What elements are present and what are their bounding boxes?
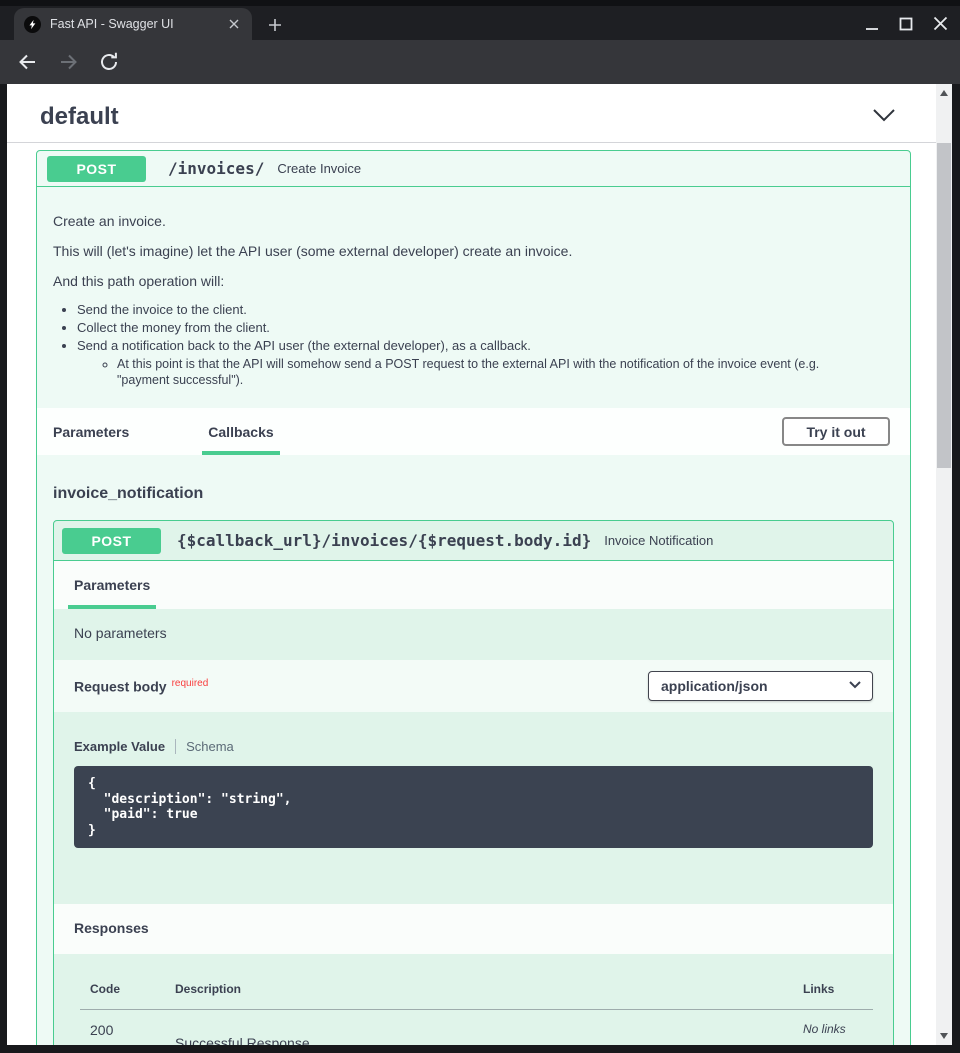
reload-icon[interactable] (97, 50, 121, 74)
list-item: Collect the money from the client. (77, 321, 860, 335)
description-paragraph: And this path operation will: (53, 271, 860, 291)
endpoint-summary: Create Invoice (277, 161, 361, 176)
chevron-down-icon (849, 681, 861, 689)
window-frame (0, 1045, 960, 1053)
code-line: "paid": true (88, 807, 859, 823)
endpoint-path: /invoices/ (168, 159, 264, 178)
tab-parameters[interactable]: Parameters (53, 424, 129, 440)
list-item: Send the invoice to the client. (77, 303, 860, 317)
required-badge: required (172, 678, 209, 689)
request-body-label: Request bodyrequired (74, 678, 208, 695)
browser-window: Fast API - Swagger UI (0, 0, 960, 1053)
code-line: "description": "string", (88, 792, 859, 808)
scrollbar-thumb[interactable] (937, 143, 951, 468)
new-tab-button[interactable] (264, 14, 286, 36)
scroll-up-icon[interactable] (936, 85, 952, 101)
tab-callbacks[interactable]: Callbacks (208, 424, 273, 440)
example-code-block[interactable]: { "description": "string", "paid": true … (74, 766, 873, 848)
http-method-badge: POST (47, 156, 146, 182)
callback-name: invoice_notification (53, 485, 894, 504)
responses-title: Responses (54, 904, 893, 954)
operation-tab-bar: Parameters Callbacks Try it out (37, 408, 910, 455)
no-parameters-text: No parameters (54, 609, 893, 660)
operation-description: Create an invoice. This will (let's imag… (37, 187, 910, 408)
response-links: No links (803, 1022, 873, 1045)
swagger-page: default POST /invoices/ Create Invoice C… (7, 84, 936, 1045)
section-title: default (40, 103, 119, 131)
responses-table: Code Description Links 200 Successful Re… (54, 954, 893, 1045)
description-paragraph: Create an invoice. (53, 211, 860, 231)
media-type-select[interactable]: application/json (648, 671, 873, 701)
opblock-header[interactable]: POST /invoices/ Create Invoice (37, 151, 910, 187)
callback-summary: Invoice Notification (604, 533, 713, 548)
window-frame (952, 84, 960, 1053)
window-minimize-button[interactable] (865, 14, 879, 37)
tab-strip: Fast API - Swagger UI (0, 0, 960, 40)
opblock-create-invoice: POST /invoices/ Create Invoice Create an… (36, 150, 911, 1045)
try-it-out-button[interactable]: Try it out (782, 417, 890, 446)
window-frame (0, 84, 7, 1053)
callbacks-section: invoice_notification POST {$callback_url… (37, 455, 910, 1045)
callback-path: {$callback_url}/invoices/{$request.body.… (177, 531, 591, 550)
window-maximize-button[interactable] (899, 14, 913, 37)
scroll-down-icon[interactable] (936, 1028, 952, 1044)
tab-parameters[interactable]: Parameters (74, 577, 150, 593)
description-list: Send the invoice to the client. Collect … (77, 303, 860, 388)
code-line: } (88, 823, 859, 839)
media-type-value: application/json (661, 678, 768, 694)
tab-title: Fast API - Swagger UI (50, 17, 226, 31)
tab-separator (175, 739, 176, 754)
column-header-links: Links (803, 982, 873, 996)
tab-close-icon[interactable] (226, 16, 242, 32)
back-icon[interactable] (15, 50, 39, 74)
request-body-row: Request bodyrequired application/json (54, 660, 893, 712)
tab-schema[interactable]: Schema (186, 739, 234, 754)
example-section: Example Value Schema { "description": "s… (54, 712, 893, 904)
column-header-description: Description (175, 982, 803, 996)
code-line: { (88, 776, 859, 792)
response-code: 200 (90, 1022, 175, 1045)
table-row: 200 Successful Response No links (80, 1010, 873, 1045)
http-method-badge: POST (62, 528, 161, 554)
list-item: Send a notification back to the API user… (77, 339, 860, 388)
browser-tab[interactable]: Fast API - Swagger UI (14, 8, 252, 40)
column-header-code: Code (90, 982, 175, 996)
tab-example-value[interactable]: Example Value (74, 739, 165, 754)
callback-opblock: POST {$callback_url}/invoices/{$request.… (53, 520, 894, 1045)
page-scrollbar[interactable] (936, 84, 952, 1045)
window-close-button[interactable] (933, 14, 948, 37)
callback-opblock-header[interactable]: POST {$callback_url}/invoices/{$request.… (54, 521, 893, 561)
browser-toolbar: 127.0.0.1:8000/docs#//invoice_notificati… (0, 40, 960, 84)
responses-table-header: Code Description Links (80, 982, 873, 1010)
sub-list-item: At this point is that the API will someh… (117, 356, 847, 388)
fastapi-favicon-icon (24, 16, 41, 33)
description-paragraph: This will (let's imagine) let the API us… (53, 241, 860, 261)
callback-tab-bar: Parameters (54, 561, 893, 609)
section-divider (7, 142, 936, 143)
section-collapse-chevron-down-icon[interactable] (872, 108, 896, 127)
forward-icon[interactable] (57, 50, 81, 74)
response-description: Successful Response (175, 1022, 803, 1045)
